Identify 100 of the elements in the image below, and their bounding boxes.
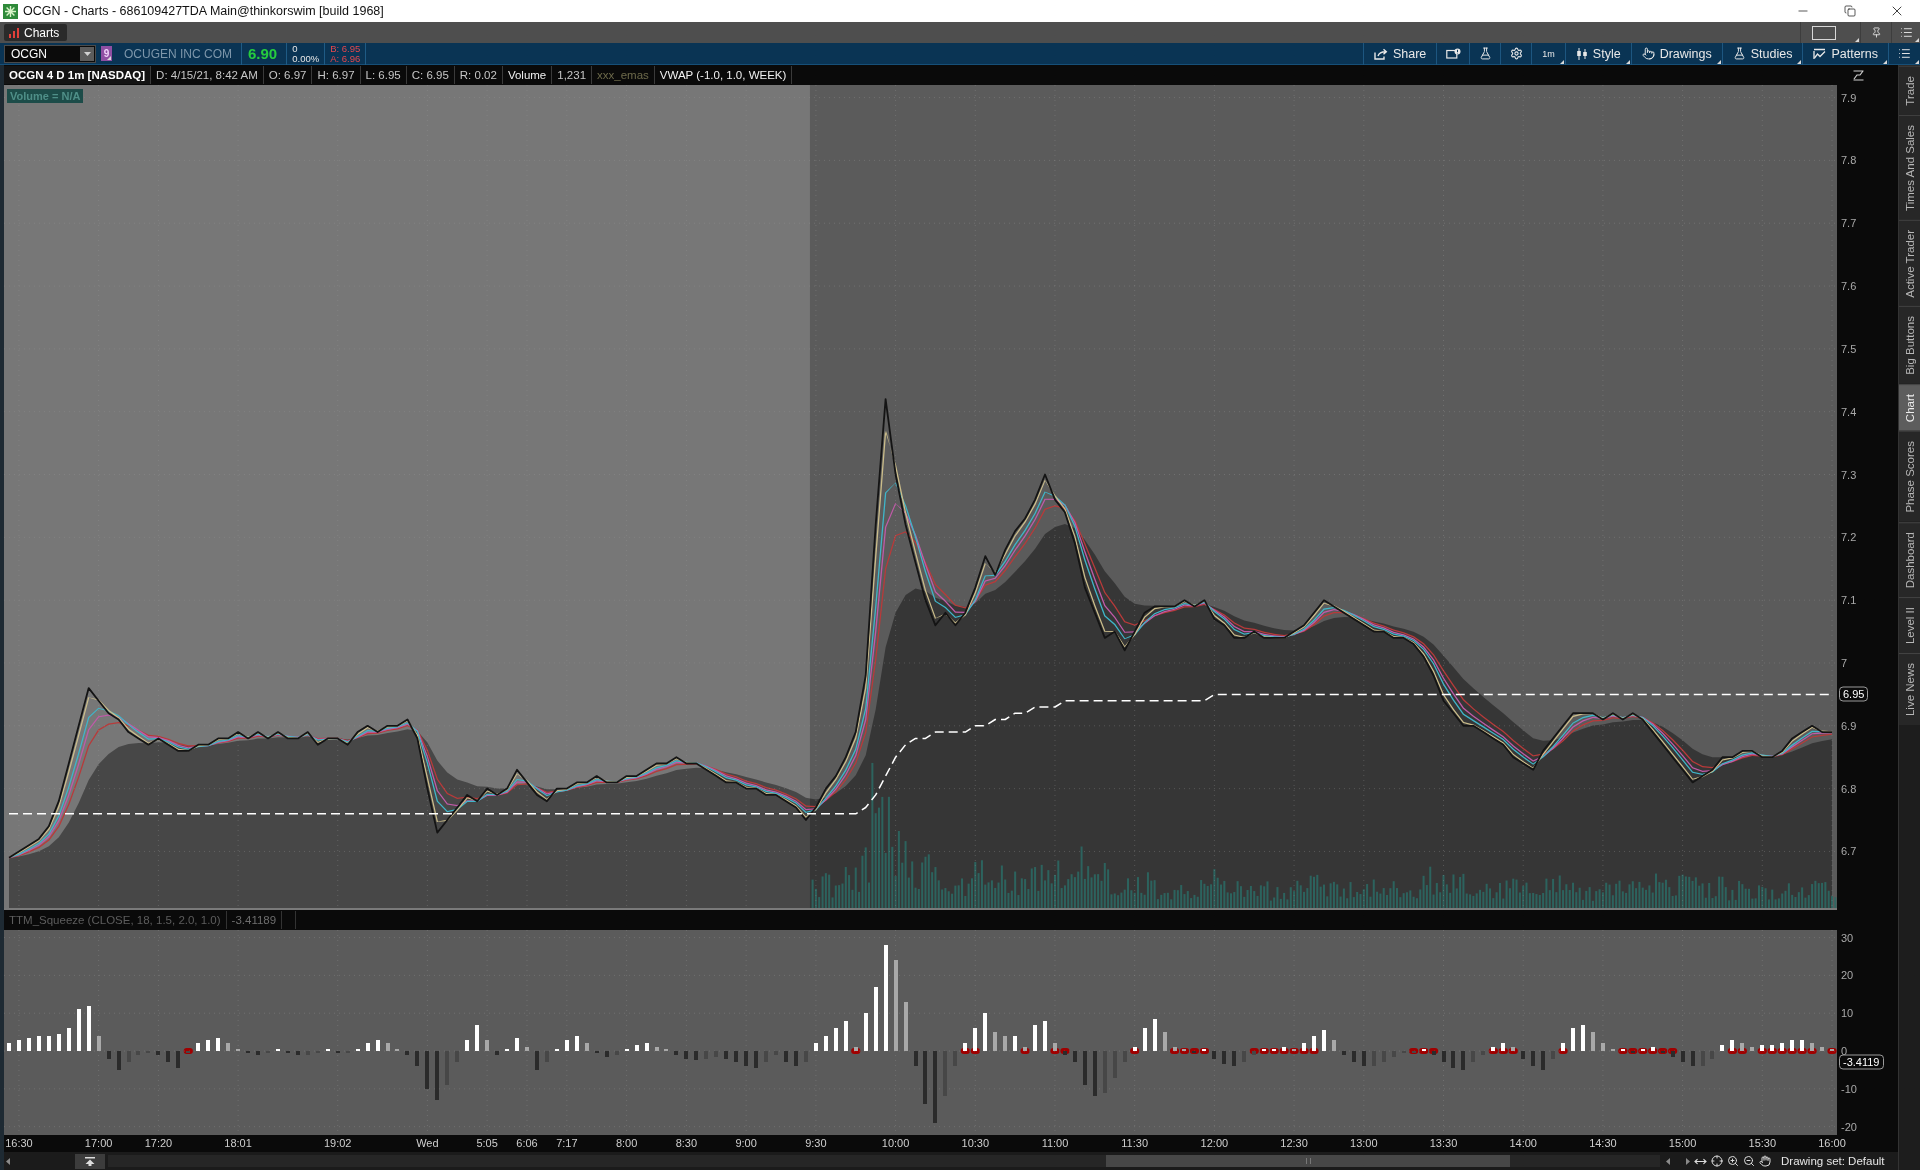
panel-toggle-button[interactable]: [75, 1153, 105, 1169]
bar: [904, 1001, 908, 1052]
side-tab[interactable]: Level II: [1899, 597, 1920, 654]
pattern-chart-icon: [1813, 47, 1827, 60]
toolbar-button[interactable]: Share: [1362, 42, 1437, 65]
bar: [754, 1051, 758, 1069]
settings-icon: [1509, 47, 1523, 60]
menu-icon: [1899, 26, 1913, 39]
bar: [525, 1047, 529, 1052]
bar: [1212, 1051, 1216, 1059]
bar: [575, 1035, 579, 1052]
bar: [884, 945, 888, 1052]
bar: [1013, 1035, 1017, 1052]
bar: [1750, 1047, 1754, 1052]
side-tab[interactable]: Times And Sales: [1899, 114, 1920, 220]
flask-icon: [1478, 47, 1492, 60]
bar: [933, 1051, 937, 1123]
time-label: 6:06: [516, 1137, 538, 1150]
bar: [1691, 1051, 1695, 1067]
bar: [1362, 1051, 1366, 1067]
bar: [226, 1043, 230, 1052]
bar: [366, 1043, 370, 1052]
link-group-button[interactable]: 9: [101, 46, 112, 61]
axis-label: 30: [1841, 931, 1854, 945]
bar: [585, 1043, 589, 1052]
bar: [216, 1037, 220, 1052]
axis-label: 10: [1841, 1006, 1854, 1020]
percent-change: 0.00%: [292, 53, 320, 64]
bar: [1232, 1051, 1236, 1067]
zoom-out-icon[interactable]: [1743, 1155, 1755, 1167]
bar: [694, 1051, 698, 1061]
side-tab[interactable]: Big Buttons: [1899, 306, 1920, 385]
time-label: 12:00: [1200, 1137, 1229, 1150]
scrollbar-thumb[interactable]: [1106, 1155, 1510, 1167]
value-badge: -3.4119: [1839, 1054, 1884, 1070]
time-label: 5:05: [476, 1137, 498, 1150]
time-label: 14:30: [1589, 1137, 1617, 1150]
time-label: 12:30: [1280, 1137, 1308, 1150]
scroll-left-icon: [1666, 1157, 1670, 1165]
bar: [1820, 1047, 1824, 1052]
bid-price: B: 6.95: [330, 43, 361, 54]
legend-item: L: 6.95: [360, 66, 407, 84]
candlestick-icon: [1575, 47, 1588, 60]
bar: [117, 1051, 121, 1070]
legend-item: 1,231: [552, 66, 593, 84]
bar: [844, 1020, 848, 1052]
time-label: 16:00: [1818, 1137, 1846, 1150]
bar: [27, 1037, 31, 1052]
bar: [983, 1013, 987, 1052]
bar: [1033, 1024, 1037, 1052]
bar: [47, 1035, 51, 1052]
bar: [37, 1035, 41, 1052]
bar: [535, 1051, 539, 1070]
symbol-dropdown[interactable]: OCGN: [4, 44, 96, 63]
axis-label: 7.3: [1841, 468, 1857, 481]
scrollbar[interactable]: [108, 1155, 1660, 1167]
bar: [635, 1045, 639, 1052]
side-tab[interactable]: Phase Scores: [1899, 431, 1920, 522]
drawing-set-label: Drawing set: Default: [1781, 1155, 1885, 1167]
bar: [645, 1043, 649, 1052]
side-tab[interactable]: Dashboard: [1899, 521, 1920, 598]
bar: [405, 1051, 409, 1055]
bar: [1521, 1051, 1525, 1059]
bar: [605, 1051, 609, 1057]
rectangle-icon: [1811, 25, 1836, 40]
caret-icon: [80, 46, 94, 61]
time-label: 9:30: [805, 1137, 827, 1150]
time-label: 10:00: [881, 1137, 910, 1150]
axis-label: 7.7: [1841, 216, 1857, 230]
bar: [156, 1051, 160, 1055]
side-tab[interactable]: Live News: [1899, 653, 1920, 726]
axis-label: 20: [1841, 968, 1854, 982]
side-tab[interactable]: Active Trader: [1899, 219, 1920, 307]
side-tab[interactable]: Trade: [1899, 66, 1920, 115]
axis-label: 6.9: [1841, 719, 1857, 733]
bar: [894, 960, 898, 1052]
side-tab[interactable]: Chart: [1899, 384, 1920, 432]
legend-item: H: 6.97: [312, 66, 361, 84]
bar: [415, 1051, 419, 1067]
legend-item: VWAP (-1.0, 1.0, WEEK): [654, 66, 793, 84]
bar: [97, 1035, 101, 1052]
time-label: 8:00: [615, 1137, 638, 1150]
bar: [724, 1051, 728, 1059]
crosshair-icon[interactable]: [1711, 1155, 1723, 1167]
tab[interactable]: Charts: [4, 24, 68, 41]
bar: [1143, 1028, 1147, 1052]
bar: [1352, 1051, 1356, 1063]
bar: [923, 1051, 927, 1104]
time-label: 13:00: [1350, 1137, 1378, 1150]
bar: [166, 1051, 170, 1063]
hand-icon[interactable]: [1759, 1155, 1771, 1167]
time-label: 18:01: [224, 1137, 252, 1150]
bar: [1043, 1020, 1047, 1052]
bar: [296, 1051, 300, 1055]
axis-label: 7.9: [1841, 91, 1857, 105]
bar: [993, 1032, 997, 1052]
bar-chart-icon: [9, 27, 19, 38]
axis-label: 7.6: [1841, 279, 1857, 293]
last-price: 6.90: [247, 45, 279, 62]
zoom-in-icon[interactable]: [1727, 1155, 1739, 1167]
